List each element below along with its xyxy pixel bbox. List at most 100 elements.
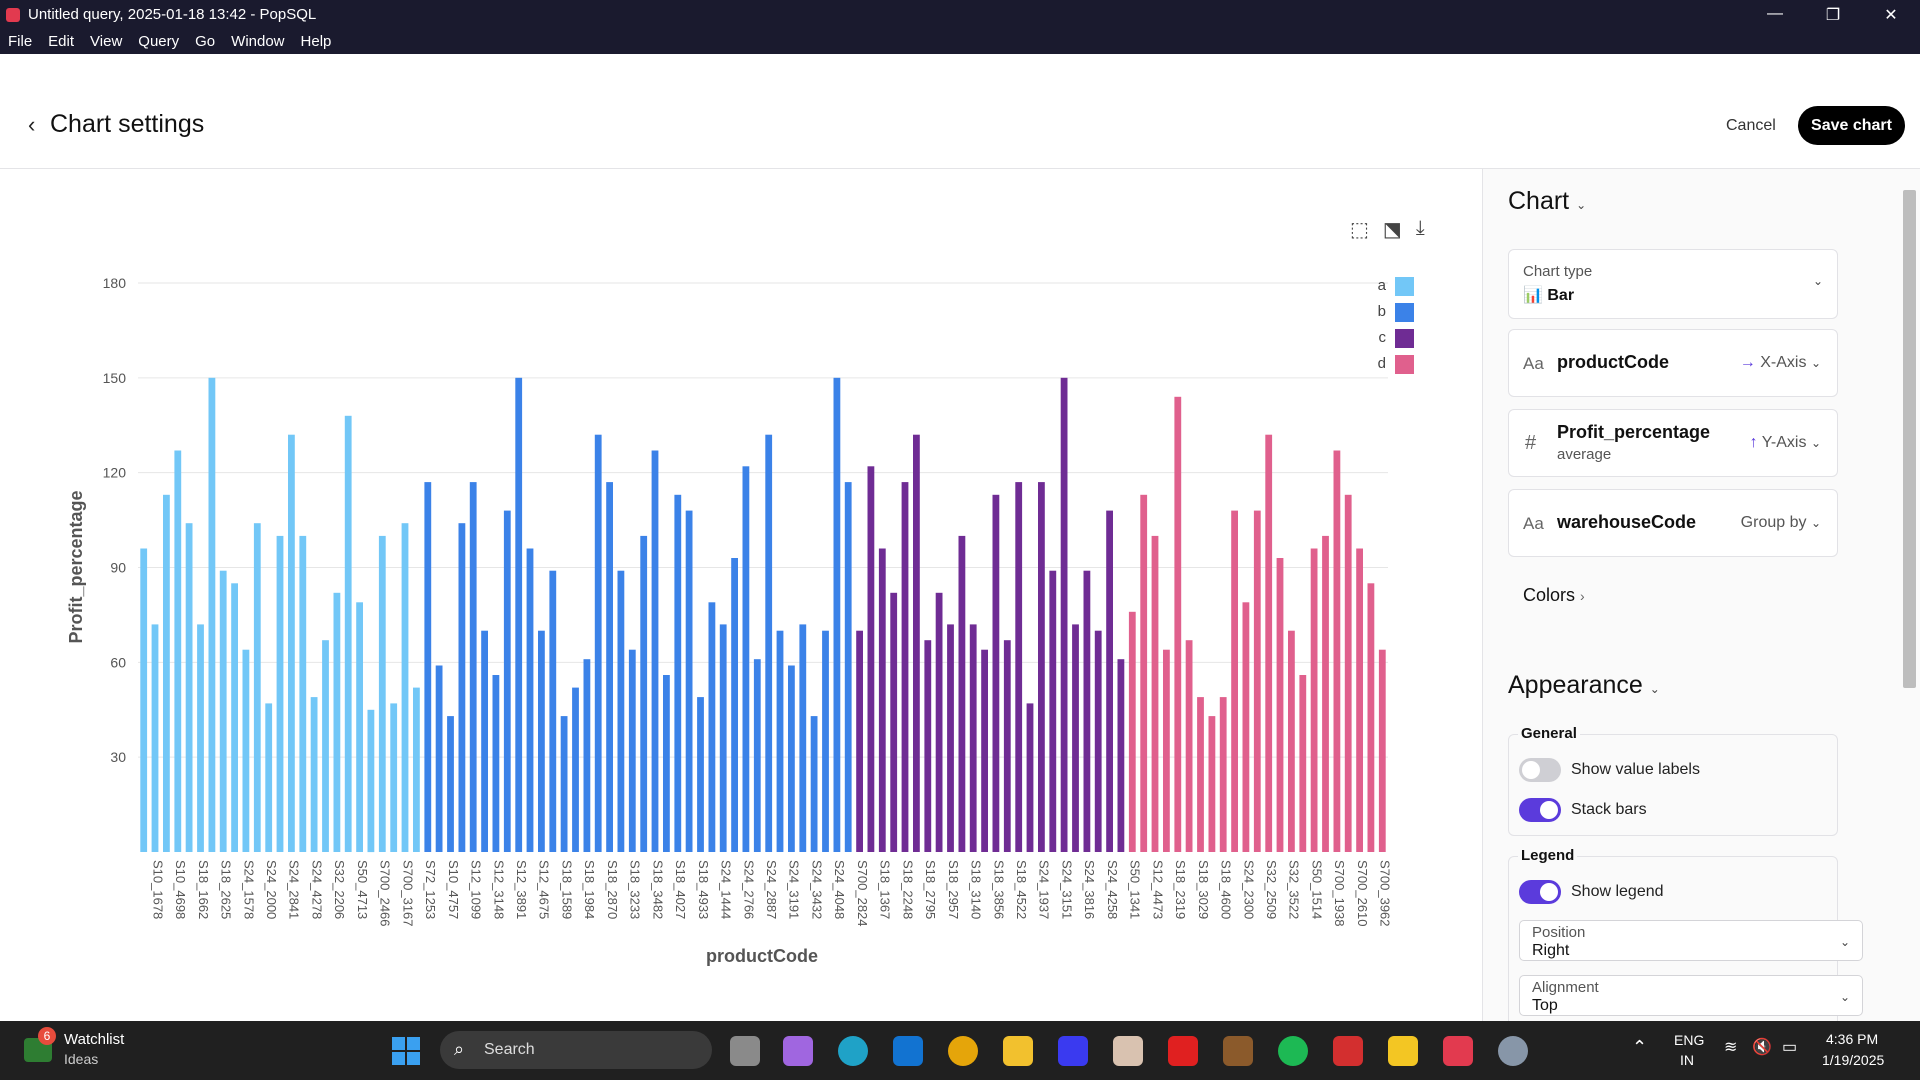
volume-muted-icon[interactable]: 🔇 <box>1752 1037 1772 1057</box>
bar-d[interactable] <box>1356 548 1363 853</box>
menu-edit[interactable]: Edit <box>40 33 82 50</box>
bar-b[interactable] <box>458 523 466 852</box>
bar-b[interactable] <box>844 482 852 852</box>
stack-bars-toggle[interactable] <box>1519 798 1561 822</box>
bar-b[interactable] <box>549 570 557 852</box>
edge-icon[interactable] <box>838 1036 868 1066</box>
outlook-icon[interactable] <box>893 1036 923 1066</box>
field-profit-percentage[interactable]: # Profit_percentage average ↑ Y-Axis ⌄ <box>1508 409 1838 477</box>
bar-a[interactable] <box>276 535 284 852</box>
bar-a[interactable] <box>242 649 250 852</box>
bar-c[interactable] <box>856 630 863 852</box>
bar-b[interactable] <box>822 630 829 852</box>
bar-b[interactable] <box>572 687 579 852</box>
bar-b[interactable] <box>617 570 625 852</box>
chevron-up-icon[interactable]: ⌃ <box>1632 1037 1647 1058</box>
bar-d[interactable] <box>1265 434 1273 852</box>
bar-c[interactable] <box>924 640 932 852</box>
bar-c[interactable] <box>992 494 1000 852</box>
bar-c[interactable] <box>1049 570 1057 852</box>
file-explorer-icon[interactable] <box>1003 1036 1033 1066</box>
bar-d[interactable] <box>1253 510 1261 852</box>
bar-a[interactable] <box>367 709 375 853</box>
bar-c[interactable] <box>1094 630 1102 852</box>
appearance-section-header[interactable]: Appearance ⌄ <box>1508 671 1660 700</box>
menu-help[interactable]: Help <box>293 33 340 50</box>
bar-b[interactable] <box>742 466 750 852</box>
menu-window[interactable]: Window <box>223 33 292 50</box>
bar-c[interactable] <box>1015 482 1023 852</box>
bar-b[interactable] <box>628 649 636 852</box>
bar-c[interactable] <box>1003 640 1011 852</box>
bar-a[interactable] <box>231 583 238 852</box>
save-chart-button[interactable]: Save chart <box>1798 106 1905 145</box>
bar-c[interactable] <box>1072 624 1079 852</box>
taskbar-search-box[interactable]: ⌕ Search <box>440 1031 712 1069</box>
menu-query[interactable]: Query <box>130 33 187 50</box>
show-value-labels-toggle[interactable] <box>1519 758 1561 782</box>
bar-a[interactable] <box>197 624 204 852</box>
bar-b[interactable] <box>583 659 591 852</box>
minimize-button[interactable]: — <box>1746 5 1804 25</box>
bar-d[interactable] <box>1299 675 1307 852</box>
legend-position-select[interactable]: Position Right ⌄ <box>1519 920 1863 961</box>
clock-time[interactable]: 4:36 PM <box>1826 1031 1878 1047</box>
bar-d[interactable] <box>1310 548 1318 853</box>
bar-a[interactable] <box>140 548 148 853</box>
group-by-role-dropdown[interactable]: Group by ⌄ <box>1741 514 1821 532</box>
bar-b[interactable] <box>515 377 523 852</box>
bar-a[interactable] <box>356 602 363 852</box>
bar-b[interactable] <box>435 665 443 853</box>
bar-d[interactable] <box>1333 450 1341 853</box>
bar-c[interactable] <box>1106 510 1113 852</box>
bar-b[interactable] <box>594 434 602 852</box>
bar-c[interactable] <box>878 548 886 853</box>
bar-a[interactable] <box>322 640 329 852</box>
bar-d[interactable] <box>1151 535 1159 852</box>
chart-section-header[interactable]: Chart ⌄ <box>1508 187 1586 216</box>
bar-c[interactable] <box>901 482 909 852</box>
game2-icon[interactable] <box>1223 1036 1253 1066</box>
chart-type-select[interactable]: Chart type 📊 Bar ⌄ <box>1508 249 1838 319</box>
legend-alignment-select[interactable]: Alignment Top ⌄ <box>1519 975 1863 1016</box>
bar-b[interactable] <box>719 624 727 852</box>
legend-swatch[interactable] <box>1395 303 1414 322</box>
popsql-icon[interactable] <box>1443 1036 1473 1066</box>
close-button[interactable]: ✕ <box>1862 5 1920 25</box>
back-chevron-icon[interactable]: ‹ <box>28 112 35 138</box>
bar-b[interactable] <box>492 675 500 852</box>
legend-swatch[interactable] <box>1395 329 1414 348</box>
bar-d[interactable] <box>1231 510 1238 852</box>
bar-a[interactable] <box>265 703 273 852</box>
bar-a[interactable] <box>310 697 318 852</box>
bar-c[interactable] <box>1038 482 1045 852</box>
bar-b[interactable] <box>651 450 659 853</box>
bar-c[interactable] <box>1083 570 1091 852</box>
bar-a[interactable] <box>344 415 352 852</box>
bar-b[interactable] <box>753 659 761 852</box>
bar-a[interactable] <box>288 434 295 852</box>
bar-a[interactable] <box>401 523 409 852</box>
task-view-icon[interactable] <box>730 1036 760 1066</box>
bar-c[interactable] <box>1117 659 1125 852</box>
bar-d[interactable] <box>1344 494 1352 852</box>
bar-b[interactable] <box>810 716 818 852</box>
store-icon[interactable] <box>1388 1036 1418 1066</box>
spotify-icon[interactable] <box>1278 1036 1308 1066</box>
scrollbar-thumb[interactable] <box>1903 190 1916 688</box>
language-label[interactable]: ENG <box>1674 1032 1704 1048</box>
bar-a[interactable] <box>333 592 341 852</box>
bar-a[interactable] <box>390 703 398 852</box>
y-axis-role-dropdown[interactable]: ↑ Y-Axis ⌄ <box>1750 434 1821 452</box>
wifi-icon[interactable]: ≋ <box>1724 1037 1737 1057</box>
colors-row[interactable]: Colors › <box>1523 585 1585 606</box>
bar-b[interactable] <box>447 716 454 852</box>
bar-d[interactable] <box>1208 716 1216 852</box>
bar-b[interactable] <box>538 630 545 852</box>
menu-view[interactable]: View <box>82 33 130 50</box>
bar-c[interactable] <box>981 649 988 852</box>
bar-c[interactable] <box>935 592 943 852</box>
bar-d[interactable] <box>1163 649 1170 852</box>
bar-c[interactable] <box>867 466 875 852</box>
bar-b[interactable] <box>663 675 670 852</box>
